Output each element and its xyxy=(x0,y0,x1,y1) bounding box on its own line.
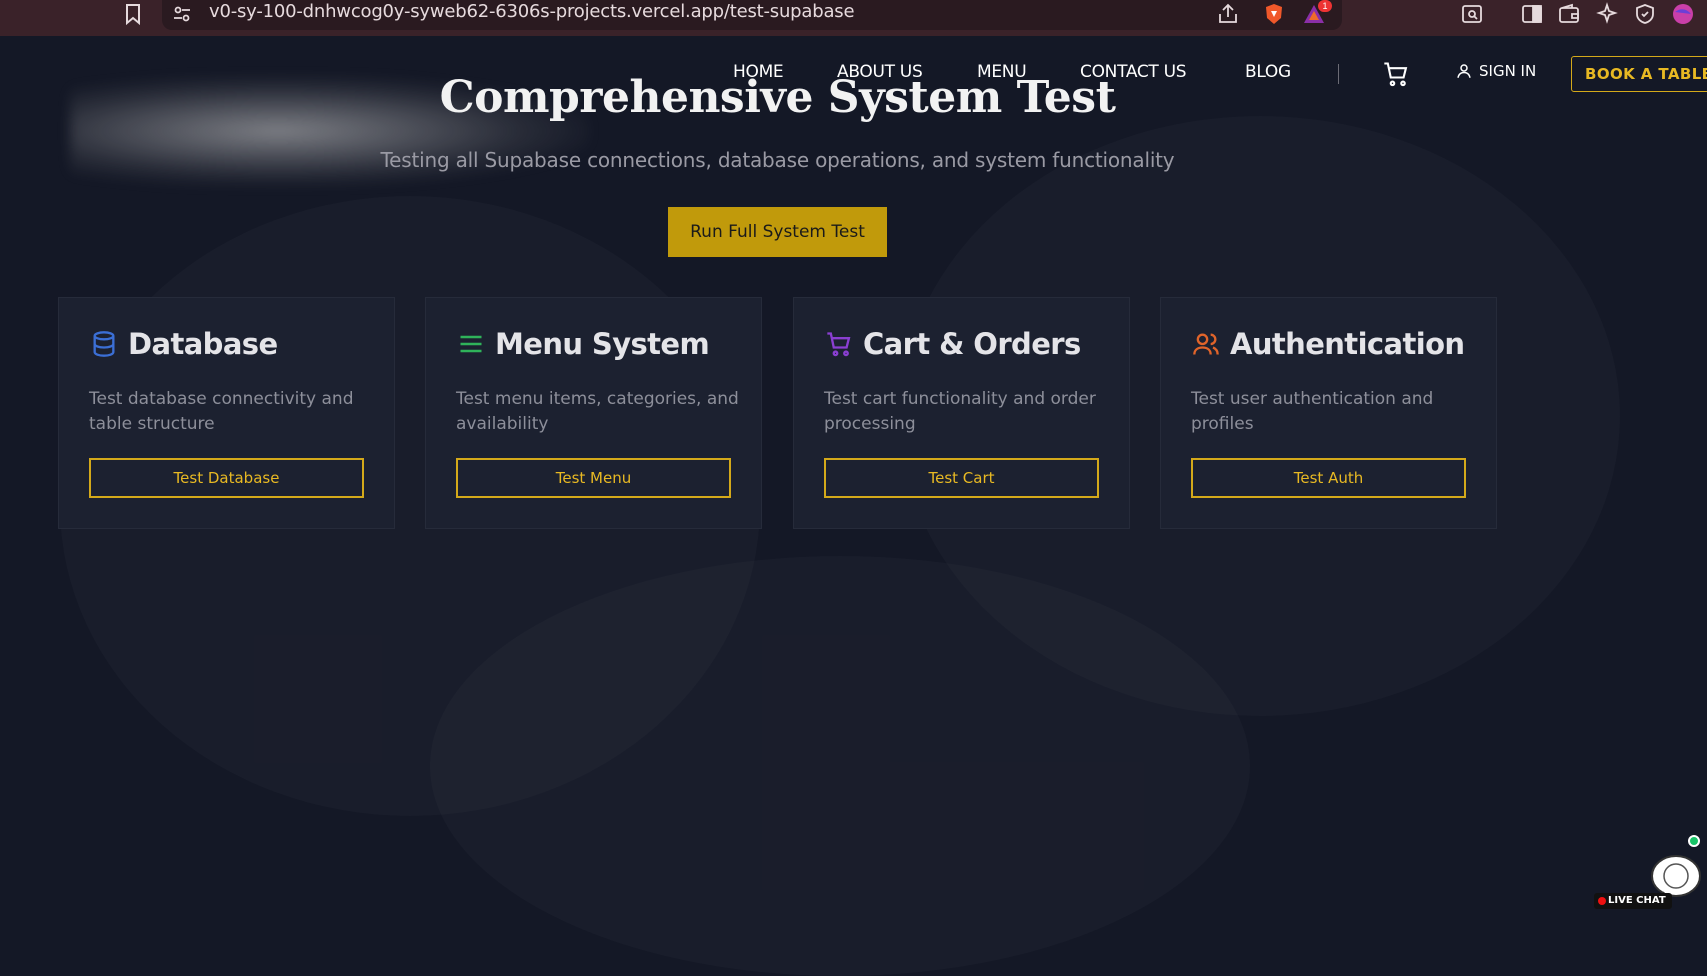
users-icon xyxy=(1193,333,1219,355)
cart-orders-card: Cart & Orders Test cart functionality an… xyxy=(793,297,1130,529)
nav-divider xyxy=(1338,64,1339,84)
book-table-button[interactable]: BOOK A TABLE xyxy=(1571,56,1707,92)
leo-ai-icon[interactable] xyxy=(1595,2,1619,26)
card-title: Authentication xyxy=(1230,327,1465,361)
authentication-card: Authentication Test user authentication … xyxy=(1160,297,1497,529)
nav-blog[interactable]: BLOG xyxy=(1245,62,1291,82)
nav-home[interactable]: HOME xyxy=(733,62,784,82)
database-card: Database Test database connectivity and … xyxy=(58,297,395,529)
card-title: Cart & Orders xyxy=(863,327,1081,361)
share-icon[interactable] xyxy=(1216,2,1240,26)
brave-shield-icon[interactable] xyxy=(1262,2,1286,26)
cart-icon[interactable] xyxy=(1382,60,1410,88)
live-chat-label[interactable]: LIVE CHAT xyxy=(1594,893,1672,909)
card-description: Test cart functionality and order proces… xyxy=(824,389,1096,434)
sign-in-label: SIGN IN xyxy=(1479,62,1537,80)
sidebar-icon[interactable] xyxy=(1520,2,1544,26)
test-menu-button[interactable]: Test Menu xyxy=(456,458,731,498)
reader-mode-icon[interactable] xyxy=(1460,2,1484,26)
database-icon xyxy=(93,331,115,357)
wallet-icon[interactable] xyxy=(1557,2,1581,26)
sign-in-link[interactable]: SIGN IN xyxy=(1455,62,1536,80)
card-description: Test database connectivity and table str… xyxy=(89,389,354,434)
cart-icon xyxy=(827,332,851,357)
vpn-shield-icon[interactable] xyxy=(1633,2,1657,26)
menu-system-card: Menu System Test menu items, categories,… xyxy=(425,297,762,529)
browser-toolbar: v0-sy-100-dnhwcog0y-syweb62-6306s-projec… xyxy=(0,0,1707,36)
run-full-test-button[interactable]: Run Full System Test xyxy=(668,207,887,257)
card-description: Test user authentication and profiles xyxy=(1191,389,1434,434)
card-title: Menu System xyxy=(495,327,710,361)
notification-badge: 1 xyxy=(1318,0,1332,12)
online-status-dot xyxy=(1688,835,1700,847)
main-nav: HOME ABOUT US MENU CONTACT US BLOG SIGN … xyxy=(0,62,1707,92)
card-title: Database xyxy=(128,327,278,361)
bookmark-icon[interactable] xyxy=(121,2,145,26)
card-description: Test menu items, categories, and availab… xyxy=(456,389,739,434)
test-cart-button[interactable]: Test Cart xyxy=(824,458,1099,498)
user-icon xyxy=(1457,64,1471,78)
page-subtitle: Testing all Supabase connections, databa… xyxy=(380,148,1175,172)
test-auth-button[interactable]: Test Auth xyxy=(1191,458,1466,498)
nav-about-us[interactable]: ABOUT US xyxy=(837,62,923,82)
url-text[interactable]: v0-sy-100-dnhwcog0y-syweb62-6306s-projec… xyxy=(209,1,855,22)
nav-contact-us[interactable]: CONTACT US xyxy=(1080,62,1187,82)
list-icon xyxy=(460,335,482,353)
profile-avatar-icon[interactable] xyxy=(1671,2,1695,26)
test-database-button[interactable]: Test Database xyxy=(89,458,364,498)
bg-blob xyxy=(430,556,1250,976)
nav-menu[interactable]: MENU xyxy=(977,62,1027,82)
site-settings-icon[interactable] xyxy=(170,2,194,26)
